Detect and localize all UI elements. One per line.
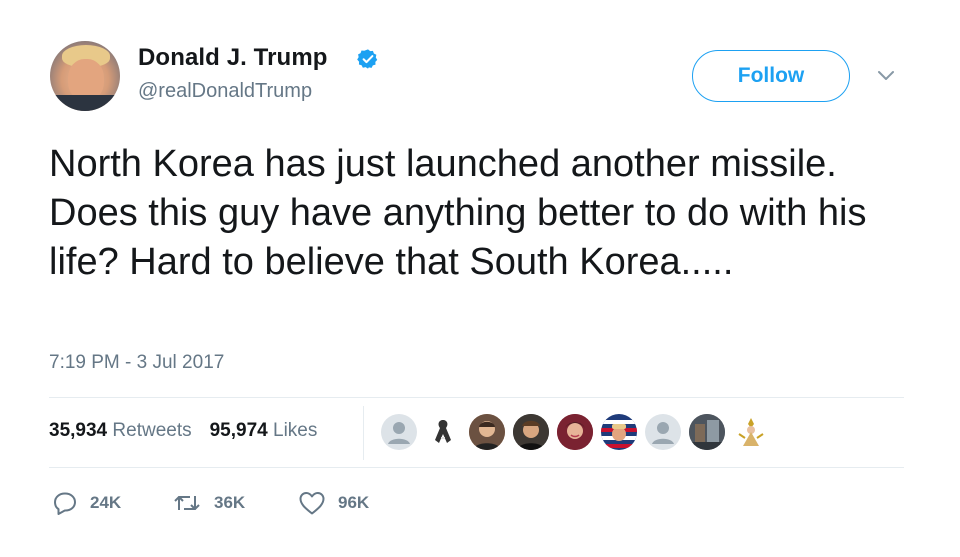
- retweet-button[interactable]: 36K: [172, 488, 245, 518]
- retweet-count: 36K: [214, 493, 246, 512]
- verified-badge-icon: [357, 49, 378, 69]
- divider: [49, 397, 904, 398]
- tweet-text: North Korea has just launched another mi…: [49, 143, 867, 283]
- liker-avatar[interactable]: [645, 414, 681, 450]
- divider: [363, 406, 364, 460]
- retweet-icon: [174, 496, 200, 510]
- likes-stat[interactable]: 95,974 Likes: [210, 420, 318, 441]
- tweet-stats: 35,934 Retweets 95,974 Likes: [49, 420, 317, 442]
- retweets-count: 35,934: [49, 420, 108, 441]
- heart-icon: [299, 492, 325, 515]
- like-button[interactable]: 96K: [298, 488, 369, 518]
- liker-avatar[interactable]: [733, 414, 769, 450]
- liker-avatar[interactable]: [425, 414, 461, 450]
- liker-avatar[interactable]: [469, 414, 505, 450]
- liker-avatar[interactable]: [381, 414, 417, 450]
- retweets-stat[interactable]: 35,934 Retweets: [49, 420, 192, 441]
- likes-label: Likes: [273, 420, 318, 441]
- liker-avatar[interactable]: [513, 414, 549, 450]
- retweets-label: Retweets: [112, 420, 192, 441]
- tweet-timestamp[interactable]: 7:19 PM - 3 Jul 2017: [49, 352, 224, 374]
- reply-button[interactable]: 24K: [52, 488, 121, 518]
- follow-button-label: Follow: [737, 64, 805, 87]
- liker-avatar[interactable]: [689, 414, 725, 450]
- like-count: 96K: [338, 493, 370, 512]
- liker-avatar[interactable]: [557, 414, 593, 450]
- reply-icon: [54, 492, 76, 515]
- liker-avatar[interactable]: [601, 414, 637, 450]
- avatar[interactable]: [50, 41, 120, 111]
- likes-count: 95,974: [209, 420, 268, 441]
- follow-button[interactable]: Follow: [692, 50, 850, 102]
- chevron-down-icon[interactable]: [876, 68, 896, 84]
- divider: [49, 467, 904, 468]
- user-handle[interactable]: @realDonaldTrump: [138, 80, 312, 103]
- display-name[interactable]: Donald J. Trump: [138, 44, 328, 72]
- reply-count: 24K: [90, 493, 122, 512]
